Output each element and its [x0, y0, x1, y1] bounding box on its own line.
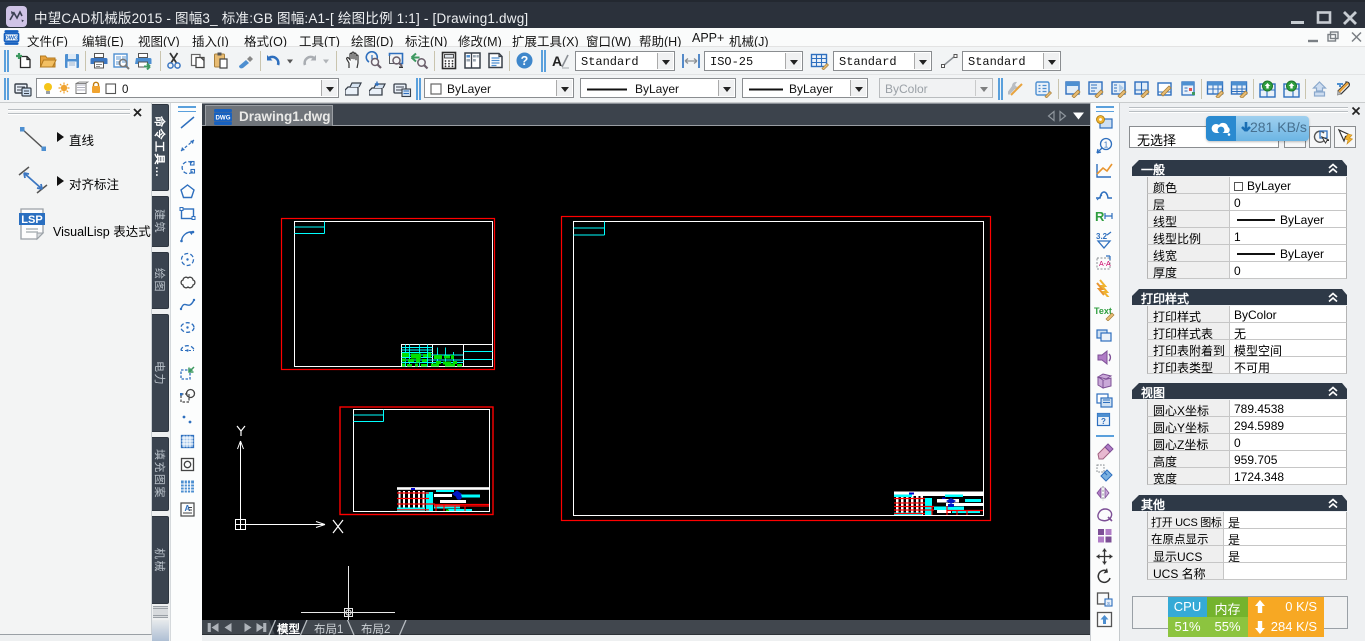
svg-text:R: R	[1095, 209, 1105, 224]
svg-text:LSP: LSP	[21, 214, 42, 226]
svg-text:0: 0	[122, 84, 128, 96]
svg-text:A-A: A-A	[1099, 261, 1111, 268]
svg-text:1: 1	[1104, 141, 1109, 150]
svg-text:?: ?	[1101, 417, 1106, 426]
svg-text:s: s	[1107, 601, 1110, 607]
svg-text:?: ?	[521, 54, 529, 68]
svg-text:DWG: DWG	[5, 36, 19, 42]
svg-text:A: A	[185, 504, 191, 513]
svg-text:3.2: 3.2	[1096, 232, 1108, 241]
svg-text:A: A	[552, 53, 562, 69]
svg-text:DWG: DWG	[216, 114, 231, 121]
svg-text:Text: Text	[1094, 306, 1112, 316]
